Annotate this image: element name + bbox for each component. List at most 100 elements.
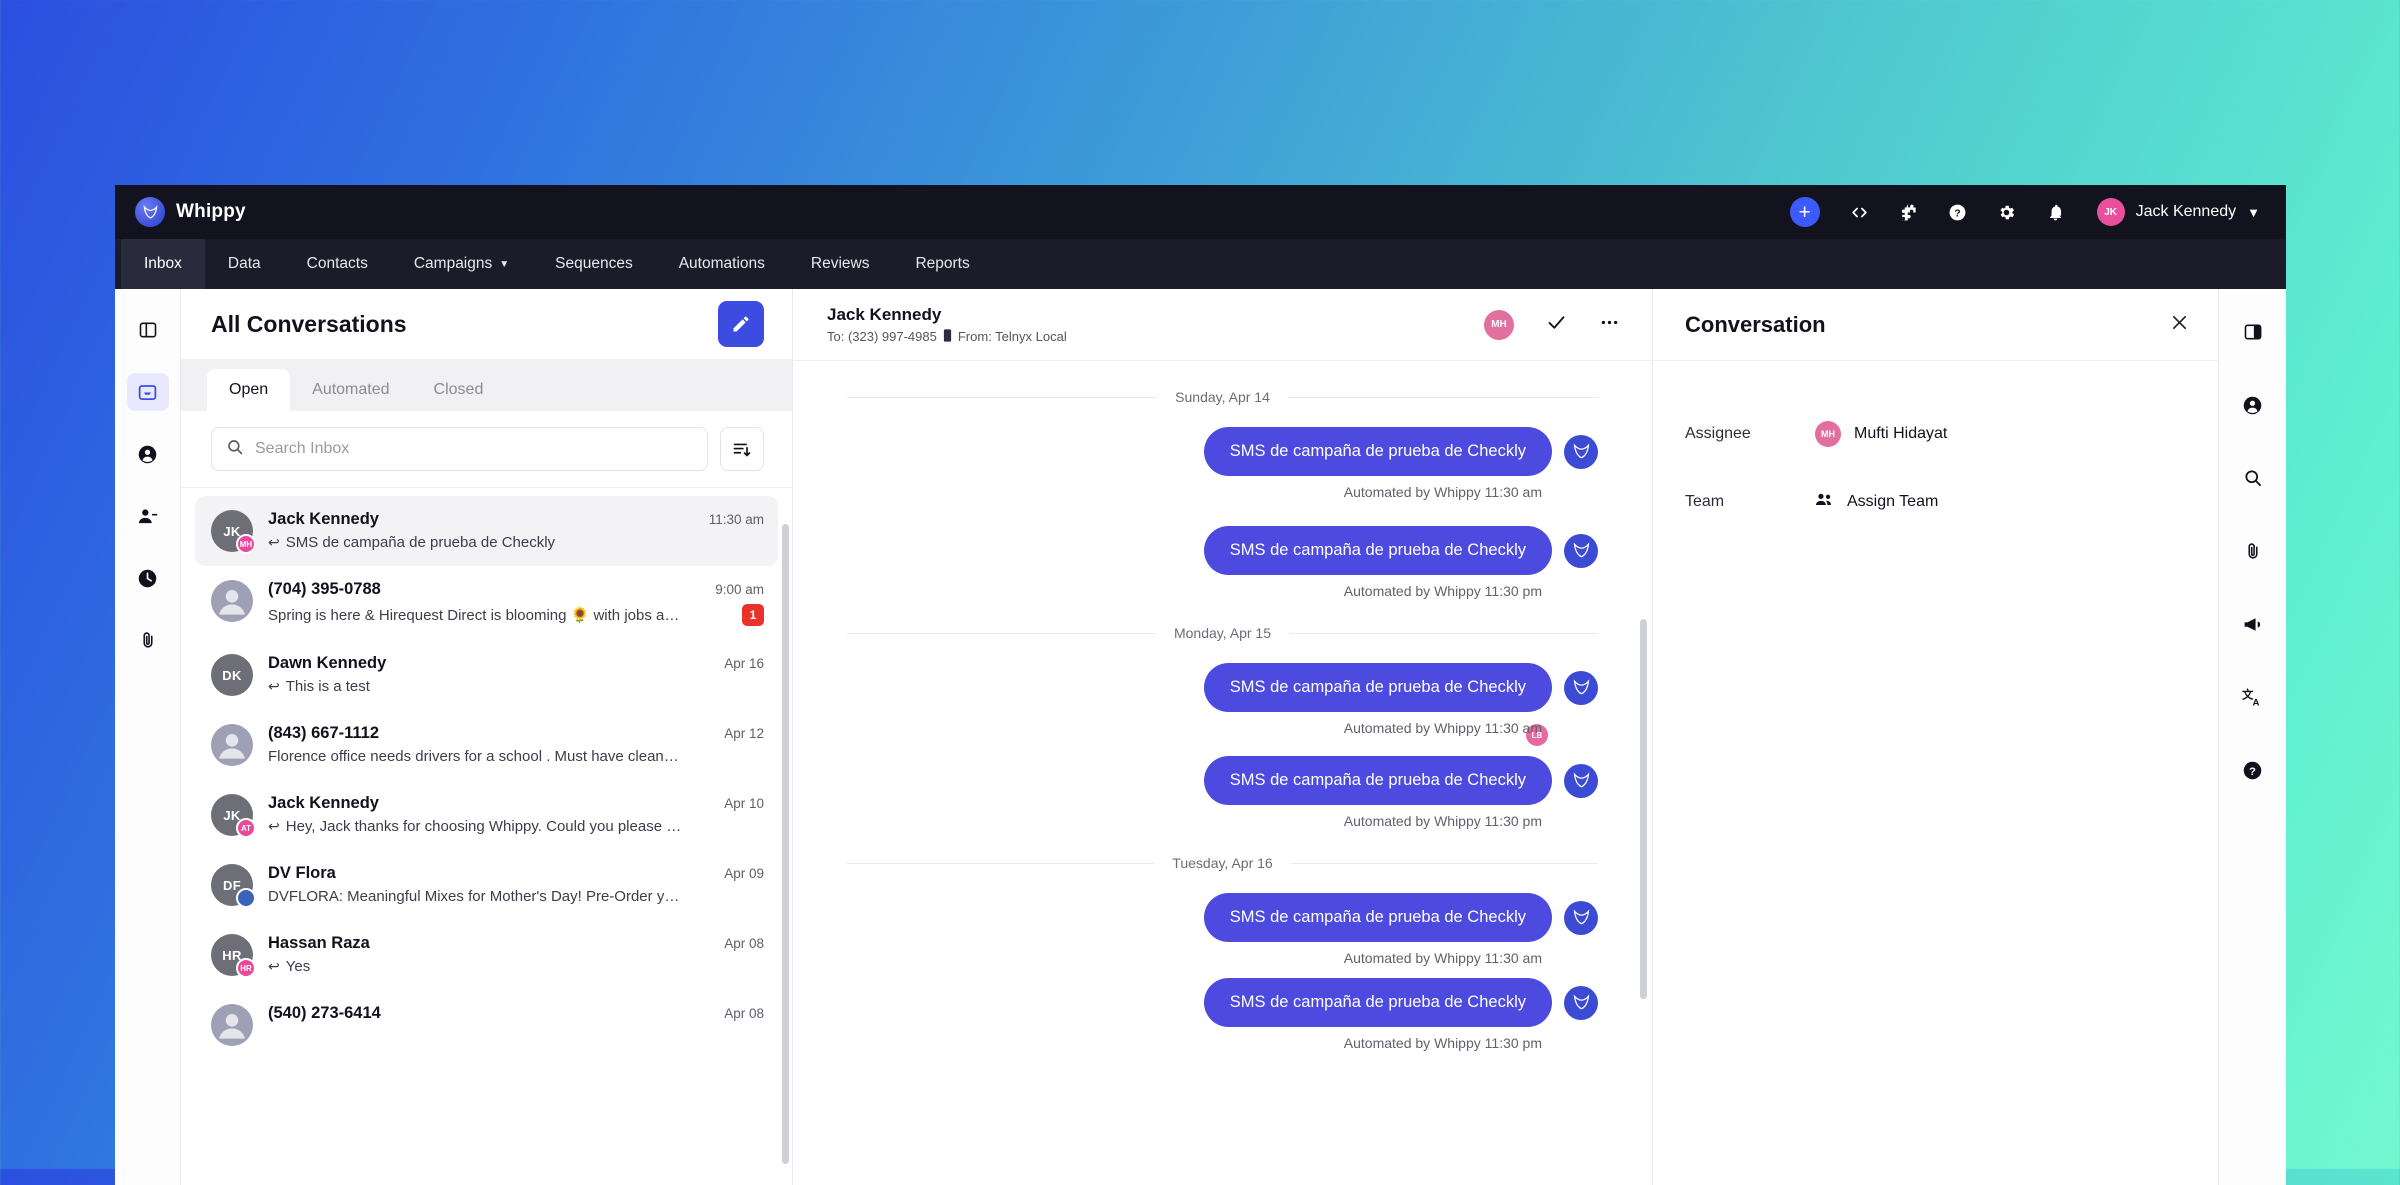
list-item[interactable]: DK Dawn Kennedy Apr 16 ↩ This is a test [195, 640, 778, 710]
avatar-wrap [211, 1004, 253, 1046]
nav-item-reviews[interactable]: Reviews [788, 239, 893, 289]
nav-item-automations[interactable]: Automations [656, 239, 788, 289]
check-icon[interactable] [1546, 312, 1567, 338]
nav-item-data[interactable]: Data [205, 239, 284, 289]
preview-text: Hey, Jack thanks for choosing Whippy. Co… [285, 818, 682, 835]
nav-label: Reviews [810, 255, 870, 272]
message-bubble[interactable]: SMS de campaña de prueba de Checkly [1203, 427, 1552, 476]
list-item[interactable]: (843) 667-1112 Apr 12 Florence office ne… [195, 710, 778, 780]
tab-closed[interactable]: Closed [412, 369, 506, 411]
user-circle-icon[interactable] [127, 435, 169, 473]
preview-text: Spring is here & Hirequest Direct is blo… [268, 607, 680, 624]
top-bar-actions: + ? JK Jack Kennedy ▼ [1789, 197, 2260, 227]
mobile-phone-icon [943, 328, 952, 345]
message-thread-panel: Jack Kennedy To: (323) 997-4985 From: Te… [793, 289, 1652, 1185]
brand[interactable]: Whippy [135, 197, 246, 227]
translate-icon[interactable]: 文 A [2234, 680, 2272, 714]
messages-area: Sunday, Apr 14 SMS de campaña de prueba … [793, 361, 1652, 1185]
top-bar: Whippy + ? JK Jack Kennedy ▼ [115, 185, 2286, 239]
user-circle-icon[interactable] [2234, 388, 2272, 422]
list-item[interactable]: DF DV Flora Apr 09 DVFLORA: Meaningful M… [195, 850, 778, 920]
user-menu[interactable]: JK Jack Kennedy ▼ [2096, 198, 2260, 226]
gear-icon[interactable] [1997, 203, 2016, 222]
whippy-logo-icon [135, 197, 165, 227]
list-item[interactable]: JK MH Jack Kennedy 11:30 am ↩ SMS de cam… [195, 496, 778, 566]
search-box[interactable] [211, 427, 708, 471]
message-bubble[interactable]: SMS de campaña de prueba de Checkly [1203, 526, 1552, 575]
avatar: MH [1815, 421, 1841, 447]
ellipsis-icon[interactable] [1599, 312, 1620, 338]
message-time: 11:30 pm [1484, 1035, 1542, 1051]
sort-filter-icon[interactable] [720, 427, 764, 471]
nav-item-campaigns[interactable]: Campaigns ▼ [391, 239, 532, 289]
list-item-body: (704) 395-0788 9:00 am Spring is here & … [268, 580, 764, 626]
conversation-list-panel: All Conversations Open Automated Closed [181, 289, 793, 1185]
contact-name: (843) 667-1112 [268, 724, 380, 742]
nav-item-reports[interactable]: Reports [892, 239, 992, 289]
assignee-avatar[interactable]: MH [1484, 309, 1514, 340]
panel-right-icon[interactable] [2234, 315, 2272, 349]
thread-contact: Jack Kennedy To: (323) 997-4985 From: Te… [827, 305, 1067, 345]
compose-button[interactable] [718, 301, 764, 347]
message-meta: Automated by Whippy 11:30 pm [847, 1035, 1542, 1051]
conversation-details-panel: Conversation Assignee MH Mufti Hidayat T [1652, 289, 2218, 1185]
bell-icon[interactable] [2046, 203, 2065, 222]
list-item[interactable]: (540) 273-6414 Apr 08 [195, 990, 778, 1060]
contact-name: Hassan Raza [268, 934, 370, 952]
assignee-row: Assignee MH Mufti Hidayat [1685, 421, 2186, 447]
timestamp: Apr 10 [724, 796, 764, 811]
thread-subheader: To: (323) 997-4985 From: Telnyx Local [827, 328, 1067, 345]
assignee-value[interactable]: MH Mufti Hidayat [1815, 421, 1947, 447]
panel-layout-icon[interactable] [127, 311, 169, 349]
close-icon[interactable] [2169, 312, 2190, 338]
search-input[interactable] [255, 440, 693, 458]
list-item[interactable]: HR HR Hassan Raza Apr 08 ↩ Yes [195, 920, 778, 990]
nav-item-sequences[interactable]: Sequences [532, 239, 656, 289]
plus-icon[interactable]: + [1789, 197, 1820, 227]
reply-arrow-icon: ↩ [268, 958, 280, 974]
paperclip-icon[interactable] [127, 621, 169, 659]
message-meta: Automated by Whippy 11:30 pm [847, 813, 1542, 829]
user-minus-icon[interactable] [127, 497, 169, 535]
paperclip-icon[interactable] [2234, 534, 2272, 568]
conversation-list[interactable]: JK MH Jack Kennedy 11:30 am ↩ SMS de cam… [181, 488, 792, 1185]
list-item-top: (843) 667-1112 Apr 12 [268, 724, 764, 743]
message-row: SMS de campaña de prueba de Checkly [847, 756, 1598, 805]
inbox-icon[interactable] [126, 373, 169, 411]
message-bubble[interactable]: SMS de campaña de prueba de Checkly [1203, 978, 1552, 1027]
thread-scrollbar[interactable] [1640, 619, 1647, 999]
nav-label: Sequences [555, 255, 633, 272]
timestamp: Apr 08 [724, 936, 764, 951]
message-bubble[interactable]: SMS de campaña de prueba de Checkly [1203, 756, 1552, 805]
right-icon-rail: 文 A ? [2218, 289, 2286, 1185]
team-row: Team Assign Team [1685, 491, 2186, 513]
message-bubble[interactable]: SMS de campaña de prueba de Checkly [1203, 663, 1552, 712]
message-bubble[interactable]: SMS de campaña de prueba de Checkly [1203, 893, 1552, 942]
puzzle-piece-icon[interactable] [1899, 203, 1918, 222]
list-item[interactable]: (704) 395-0788 9:00 am Spring is here & … [195, 566, 778, 640]
tab-open[interactable]: Open [207, 369, 291, 411]
message-source: Automated by Whippy [1343, 484, 1481, 500]
megaphone-icon[interactable] [2234, 607, 2272, 641]
nav-item-contacts[interactable]: Contacts [284, 239, 391, 289]
thread-from-label: From: Telnyx Local [957, 329, 1067, 344]
svg-text:A: A [2253, 697, 2260, 708]
avatar: JK [2096, 198, 2125, 226]
team-value[interactable]: Assign Team [1815, 491, 1938, 513]
help-circle-icon[interactable]: ? [1948, 203, 1967, 222]
code-brackets-icon[interactable] [1850, 203, 1869, 222]
timestamp: 9:00 am [715, 582, 764, 597]
tab-automated[interactable]: Automated [290, 369, 411, 411]
list-item[interactable]: JK AT Jack Kennedy Apr 10 ↩ Hey, Jack th… [195, 780, 778, 850]
page-title: All Conversations [211, 310, 407, 337]
clock-icon[interactable] [127, 559, 169, 597]
help-circle-icon[interactable]: ? [2234, 753, 2272, 787]
message-row: SMS de campaña de prueba de Checkly [847, 526, 1598, 575]
list-scrollbar[interactable] [782, 524, 789, 1164]
nav-item-inbox[interactable]: Inbox [121, 239, 205, 289]
date-label: Sunday, Apr 14 [1175, 389, 1270, 405]
list-item-body: (843) 667-1112 Apr 12 Florence office ne… [268, 724, 764, 765]
details-title: Conversation [1685, 311, 1826, 337]
svg-text:?: ? [2249, 765, 2256, 777]
search-icon[interactable] [2234, 461, 2272, 495]
